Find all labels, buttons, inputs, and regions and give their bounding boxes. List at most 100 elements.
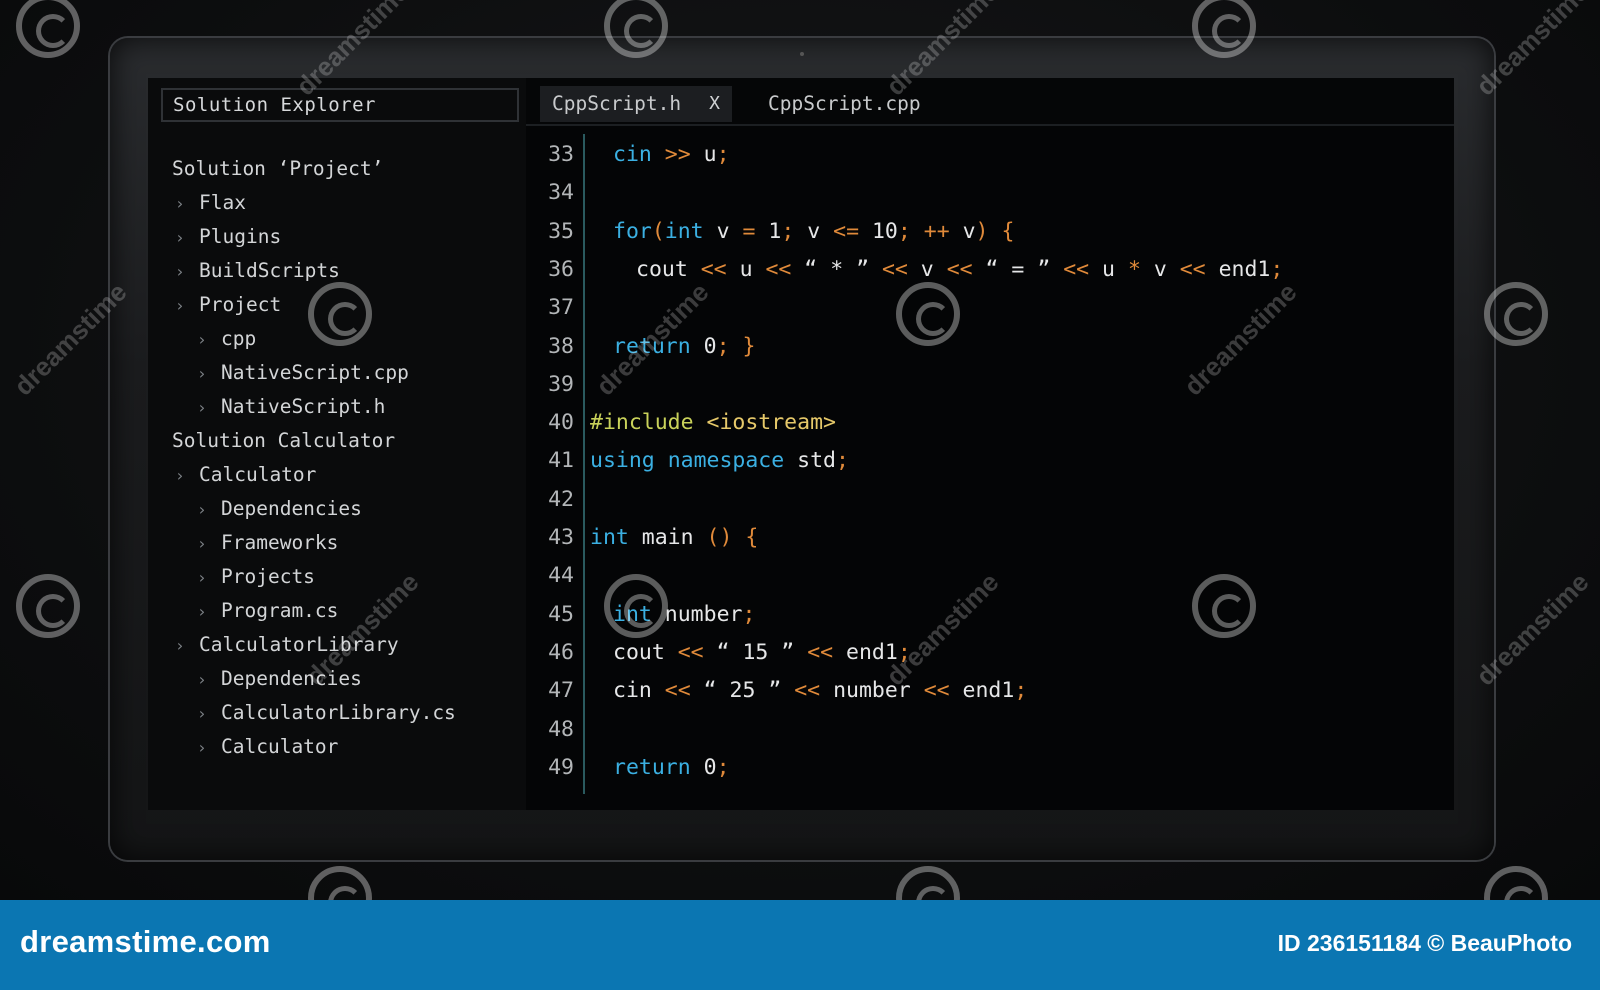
tree-item[interactable]: › NativeScript.h bbox=[148, 390, 526, 424]
code-token: cout bbox=[613, 639, 678, 665]
chevron-right-icon[interactable]: › bbox=[175, 289, 199, 323]
tree-item[interactable]: › Flax bbox=[148, 186, 526, 220]
code-line: 36 cout << u << “ * ” << v << “ = ” << u … bbox=[526, 251, 1454, 289]
code-token: 1 bbox=[755, 218, 782, 244]
tree-item-label: CalculatorLibrary.cs bbox=[221, 701, 456, 724]
chevron-right-icon[interactable]: › bbox=[175, 459, 199, 493]
ide-window: Solution Explorer Solution ‘Project’ › Fla… bbox=[148, 78, 1454, 810]
line-number: 48 bbox=[548, 716, 574, 742]
tree-item-label: Solution ‘Project’ bbox=[172, 157, 384, 180]
tree-item[interactable]: Solution ‘Project’ bbox=[148, 152, 526, 186]
tree-item-label: Plugins bbox=[199, 225, 282, 248]
background: Solution Explorer Solution ‘Project’ › Fla… bbox=[0, 0, 1600, 900]
tree-item[interactable]: › Projects bbox=[148, 560, 526, 594]
code-token: namespace bbox=[667, 448, 785, 474]
tree-item-label: BuildScripts bbox=[199, 259, 340, 282]
code-token: << bbox=[1063, 256, 1090, 282]
chevron-right-icon[interactable]: › bbox=[197, 493, 221, 527]
chevron-right-icon[interactable]: › bbox=[197, 595, 221, 629]
code-editor[interactable]: 33 cin >> u; 34 35 for(int v = 1; v <= 10; +… bbox=[526, 126, 1454, 810]
watermark-swirl-icon bbox=[308, 282, 372, 346]
tree-item-label: Flax bbox=[199, 191, 246, 214]
code-line: 33 cin >> u; bbox=[526, 136, 1454, 174]
code-token: cin bbox=[613, 142, 652, 167]
code-token: using bbox=[590, 448, 655, 474]
code-token: v bbox=[794, 218, 834, 244]
code-text: #include <iostream> bbox=[590, 404, 836, 442]
chevron-right-icon[interactable]: › bbox=[197, 731, 221, 765]
tree-item-label: NativeScript.h bbox=[221, 395, 386, 418]
code-line: 42 bbox=[526, 481, 1454, 519]
tree-item[interactable]: Solution Calculator bbox=[148, 424, 526, 458]
tree-item-label: Calculator bbox=[221, 735, 339, 758]
chevron-right-icon[interactable]: › bbox=[175, 629, 199, 663]
tree-item-label: Projects bbox=[221, 565, 315, 588]
tree-item[interactable]: › Calculator bbox=[148, 458, 526, 492]
code-token: “ 25 ” bbox=[690, 678, 795, 704]
code-token: #include bbox=[590, 410, 694, 436]
chevron-right-icon[interactable]: › bbox=[197, 527, 221, 561]
code-token: 10 bbox=[859, 218, 898, 244]
line-number: 39 bbox=[548, 371, 574, 397]
chevron-right-icon[interactable]: › bbox=[197, 357, 221, 391]
chevron-right-icon[interactable]: › bbox=[197, 323, 221, 357]
tree-item-label: Program.cs bbox=[221, 599, 339, 622]
code-token: u bbox=[726, 256, 766, 282]
tree-item-label: cpp bbox=[221, 327, 257, 350]
chevron-right-icon[interactable]: › bbox=[197, 663, 221, 697]
tree-item-label: Frameworks bbox=[221, 531, 339, 554]
tree-item[interactable]: › Program.cs bbox=[148, 594, 526, 628]
watermark-swirl-icon bbox=[1192, 574, 1256, 638]
code-token: = bbox=[742, 218, 756, 244]
code-token: for bbox=[613, 218, 652, 244]
tree-item-label: Solution Calculator bbox=[172, 429, 396, 452]
tab-close-button[interactable]: X bbox=[709, 86, 720, 122]
tree-item[interactable]: › Calculator bbox=[148, 730, 526, 764]
chevron-right-icon[interactable]: › bbox=[197, 391, 221, 425]
tab-cppscript-h[interactable]: CppScript.h X bbox=[540, 86, 732, 122]
chevron-right-icon[interactable]: › bbox=[175, 221, 199, 255]
code-token: << bbox=[923, 678, 950, 704]
chevron-right-icon[interactable]: › bbox=[197, 561, 221, 595]
code-token: << bbox=[807, 639, 834, 665]
code-token: main bbox=[628, 525, 707, 550]
webcam bbox=[800, 52, 804, 56]
line-number: 38 bbox=[548, 333, 574, 359]
code-token: ; bbox=[716, 333, 730, 359]
tree-item[interactable]: › Dependencies bbox=[148, 492, 526, 526]
footer-bar: dreamstime.com ID 236151184 © BeauPhoto bbox=[0, 900, 1600, 990]
code-token: ; bbox=[716, 754, 730, 780]
code-token: } bbox=[742, 333, 756, 359]
tree-item-label: Project bbox=[199, 293, 282, 316]
tree-item[interactable]: › NativeScript.cpp bbox=[148, 356, 526, 390]
code-token: << bbox=[700, 256, 727, 282]
code-token: ( bbox=[651, 218, 665, 244]
code-token: << bbox=[765, 256, 792, 282]
code-token: ++ bbox=[923, 218, 950, 244]
line-number: 37 bbox=[548, 295, 574, 321]
line-number: 49 bbox=[548, 754, 574, 780]
code-line: 47 cin << “ 25 ” << number << end1; bbox=[526, 672, 1454, 710]
tree-item[interactable]: › Plugins bbox=[148, 220, 526, 254]
chevron-right-icon[interactable]: › bbox=[175, 255, 199, 289]
tab-cppscript-cpp[interactable]: CppScript.cpp bbox=[756, 86, 976, 122]
chevron-right-icon[interactable]: › bbox=[197, 697, 221, 731]
line-number: 47 bbox=[548, 678, 574, 704]
code-text: return 0; bbox=[613, 749, 730, 787]
tree-item[interactable]: › CalculatorLibrary.cs bbox=[148, 696, 526, 730]
line-number: 33 bbox=[548, 142, 574, 167]
code-token: << bbox=[946, 256, 973, 282]
code-token: ; bbox=[781, 218, 795, 244]
line-number: 45 bbox=[548, 601, 574, 627]
tree-item[interactable]: › Frameworks bbox=[148, 526, 526, 560]
code-token: cin bbox=[613, 678, 665, 704]
code-line: 48 bbox=[526, 711, 1454, 749]
code-token: “ = ” bbox=[972, 256, 1064, 282]
chevron-right-icon[interactable]: › bbox=[175, 187, 199, 221]
tree-item-label: NativeScript.cpp bbox=[221, 361, 409, 384]
code-token: << bbox=[1179, 256, 1206, 282]
